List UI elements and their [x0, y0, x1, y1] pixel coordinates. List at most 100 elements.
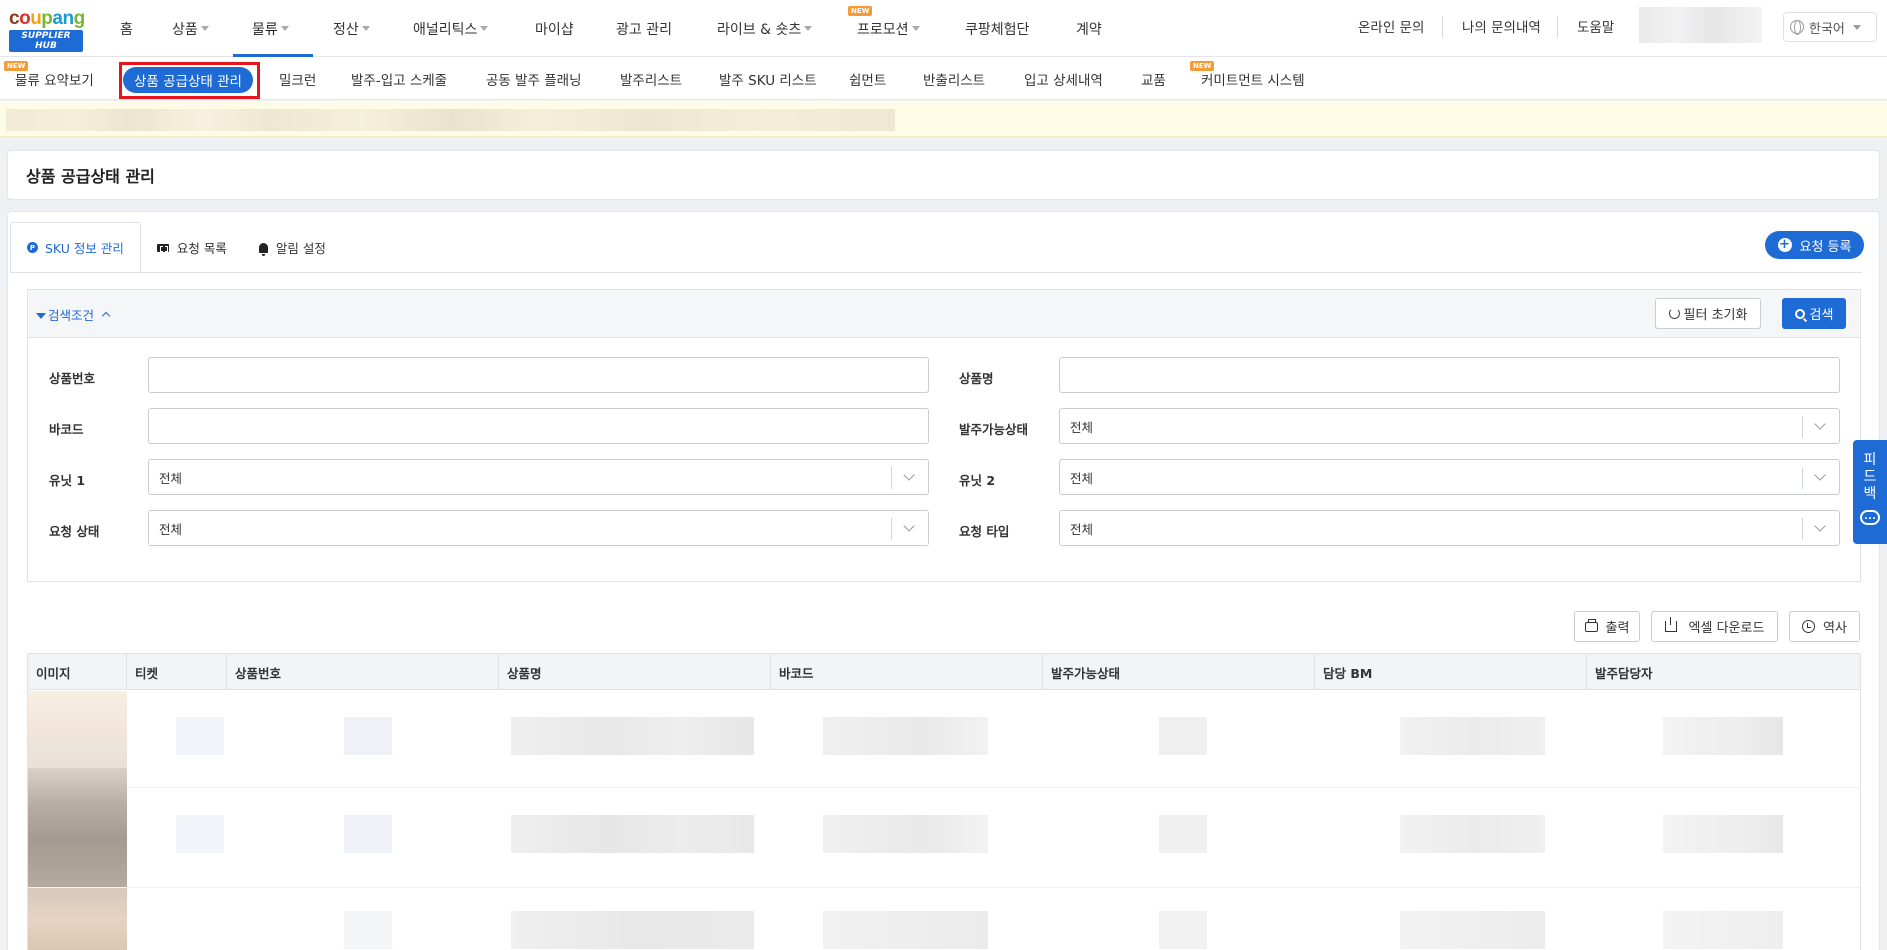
subnav-milkrun[interactable]: 밀크런	[279, 57, 316, 100]
tab-notification-settings[interactable]: 알림 설정	[243, 222, 342, 273]
menu-myshop[interactable]: 마이샵	[535, 0, 574, 57]
subnav-exchange[interactable]: 교품	[1141, 57, 1166, 100]
sub-navigation: 물류 요약보기 밀크런 발주-입고 스케줄 공동 발주 플래닝 발주리스트 발주…	[0, 57, 1887, 100]
tab-underline	[10, 272, 1862, 273]
column-header-bm[interactable]: 담당 BM	[1315, 654, 1587, 690]
menu-ads[interactable]: 광고 관리	[616, 0, 672, 57]
account-info-redacted[interactable]	[1639, 7, 1762, 43]
product-no-input[interactable]	[148, 357, 929, 393]
feedback-button[interactable]: 피 드 백	[1853, 440, 1887, 544]
menu-label: 라이브 & 숏츠	[717, 21, 802, 38]
subnav-label: 발주 SKU 리스트	[719, 72, 817, 89]
menu-label: 계약	[1076, 21, 1102, 38]
my-inquiries-link[interactable]: 나의 문의내역	[1462, 0, 1541, 52]
search-conditions-toggle[interactable]: 검색조건	[36, 305, 111, 324]
tab-sku-info[interactable]: P SKU 정보 관리	[10, 222, 141, 273]
history-button[interactable]: 역사	[1789, 611, 1860, 642]
column-header-image[interactable]: 이미지	[28, 654, 127, 690]
product-image[interactable]	[28, 888, 127, 950]
menu-live-shorts[interactable]: 라이브 & 숏츠	[717, 0, 813, 57]
subnav-joint-order-planning[interactable]: 공동 발주 플래닝	[486, 57, 582, 100]
subnav-order-list[interactable]: 발주리스트	[620, 57, 682, 100]
subnav-order-sku-list[interactable]: 발주 SKU 리스트	[719, 57, 817, 100]
order-status-cell-redacted	[1159, 815, 1207, 853]
chevron-down-icon	[1802, 518, 1839, 540]
tab-request-list[interactable]: 요청 목록	[141, 222, 243, 273]
sku-icon: P	[27, 242, 38, 253]
feedback-label: 피	[1863, 452, 1877, 468]
subnav-inbound-details[interactable]: 입고 상세내역	[1024, 57, 1103, 100]
order-status-cell-redacted	[1159, 911, 1207, 949]
subnav-return-list[interactable]: 반출리스트	[923, 57, 985, 100]
unit2-select[interactable]: 전체	[1059, 459, 1840, 495]
printer-icon	[1584, 618, 1598, 632]
button-label: 출력	[1605, 621, 1630, 636]
column-header-barcode[interactable]: 바코드	[771, 654, 1043, 690]
column-header-ticket[interactable]: 티켓	[127, 654, 227, 690]
bm-cell-redacted	[1400, 911, 1545, 949]
language-select[interactable]: 한국어	[1783, 12, 1877, 42]
subnav-label: 발주리스트	[620, 72, 683, 89]
request-status-select[interactable]: 전체	[148, 510, 929, 546]
subnav-label: 발주-입고 스케줄	[351, 72, 448, 89]
menu-label: 상품	[172, 21, 198, 38]
subnav-supply-status[interactable]: 상품 공급상태 관리	[123, 67, 253, 93]
chevron-down-icon	[891, 467, 928, 489]
column-header-order-status[interactable]: 발주가능상태	[1043, 654, 1315, 690]
help-link[interactable]: 도움말	[1577, 0, 1614, 52]
print-button[interactable]: 출력	[1574, 611, 1640, 642]
menu-home[interactable]: 홈	[120, 0, 133, 57]
reset-filter-button[interactable]: 필터 초기화	[1655, 298, 1761, 329]
online-inquiry-link[interactable]: 온라인 문의	[1358, 0, 1424, 52]
subnav-label: 입고 상세내역	[1024, 72, 1103, 89]
order-status-select[interactable]: 전체	[1059, 408, 1840, 444]
order-manager-cell-redacted	[1663, 911, 1783, 949]
request-type-select[interactable]: 전체	[1059, 510, 1840, 546]
menu-analytics[interactable]: 애널리틱스	[413, 0, 489, 57]
product-image[interactable]	[28, 768, 127, 888]
subnav-order-inbound-schedule[interactable]: 발주-입고 스케줄	[351, 57, 447, 100]
column-header-product-no[interactable]: 상품번호	[227, 654, 499, 690]
page-title: 상품 공급상태 관리	[26, 167, 155, 186]
column-header-product-name[interactable]: 상품명	[499, 654, 771, 690]
register-request-button[interactable]: + 요청 등록	[1765, 231, 1864, 259]
barcode-input[interactable]	[148, 408, 929, 444]
field-label-unit1: 유닛 1	[49, 473, 86, 488]
unit1-select[interactable]: 전체	[148, 459, 929, 495]
barcode-cell-redacted	[823, 815, 988, 853]
column-header-order-manager[interactable]: 발주담당자	[1587, 654, 1860, 690]
field-label-unit2: 유닛 2	[959, 473, 996, 488]
menu-label: 광고 관리	[616, 21, 672, 38]
menu-logistics[interactable]: 물류	[252, 0, 289, 57]
chat-bubble-icon	[1860, 510, 1880, 525]
bell-icon	[258, 242, 268, 256]
select-value: 전체	[159, 521, 183, 537]
menu-settlement[interactable]: 정산	[333, 0, 370, 57]
search-button[interactable]: 검색	[1782, 298, 1846, 329]
subnav-shipment[interactable]: 쉽먼트	[849, 57, 886, 100]
table-header: 이미지 티켓 상품번호 상품명 바코드 발주가능상태 담당 BM 발주담당자	[28, 654, 1860, 690]
toggle-label: 검색조건	[48, 308, 95, 323]
excel-download-button[interactable]: 엑셀 다운로드	[1651, 611, 1778, 642]
select-value: 전체	[1070, 470, 1094, 486]
caret-down-icon	[480, 26, 489, 31]
coupang-supplier-hub-logo[interactable]: coupang SUPPLIER HUB	[9, 9, 86, 52]
bm-cell-redacted	[1400, 717, 1545, 755]
menu-products[interactable]: 상품	[172, 0, 209, 57]
sku-table: 이미지 티켓 상품번호 상품명 바코드 발주가능상태 담당 BM 발주담당자	[27, 653, 1861, 950]
button-label: 역사	[1823, 621, 1847, 636]
menu-experience-group[interactable]: 쿠팡체험단	[965, 0, 1029, 57]
ticket-icon	[156, 243, 169, 252]
menu-contract[interactable]: 계약	[1076, 0, 1102, 57]
subnav-commitment-system[interactable]: 커미트먼트 시스템	[1201, 57, 1305, 100]
new-badge: NEW	[4, 61, 29, 71]
order-manager-cell-redacted	[1663, 815, 1783, 853]
divider	[1442, 16, 1443, 38]
chevron-down-icon	[1852, 24, 1861, 30]
plus-circle-icon: +	[1777, 237, 1792, 252]
order-status-cell-redacted	[1159, 717, 1207, 755]
search-panel: 검색조건 필터 초기화 검색 상품번호 상품명 바코드 발주가능상태 전체 유닛…	[27, 289, 1861, 582]
search-panel-header: 검색조건 필터 초기화 검색	[28, 290, 1860, 338]
product-name-input[interactable]	[1059, 357, 1840, 393]
search-icon	[1794, 308, 1805, 319]
